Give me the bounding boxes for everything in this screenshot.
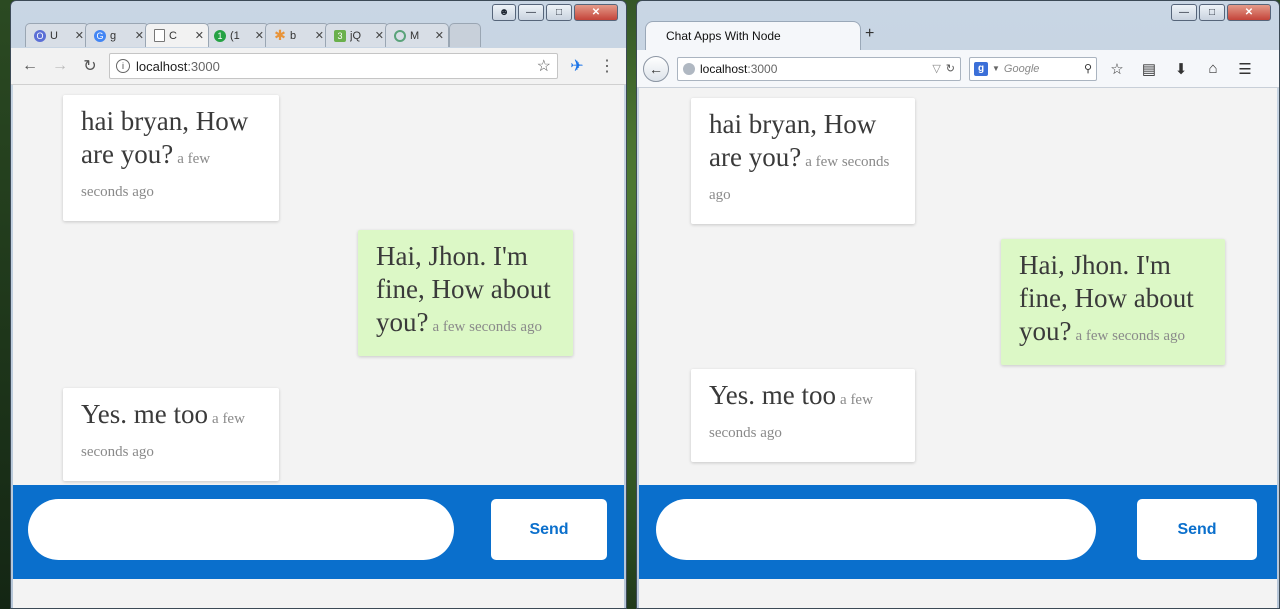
tab-title: C bbox=[169, 29, 177, 42]
close-tab-icon[interactable]: ✕ bbox=[375, 29, 384, 42]
message-text: hai bryan, How are you? bbox=[81, 106, 249, 169]
message-bubble-incoming: hai bryan, How are you? a few seconds ag… bbox=[63, 95, 279, 221]
tab-title: Chat Apps With Node bbox=[666, 29, 781, 43]
search-placeholder: Google bbox=[1003, 62, 1040, 75]
tab-title: (1 bbox=[230, 29, 240, 42]
tab-3-active[interactable]: C ✕ bbox=[145, 23, 209, 47]
dropdown-arrow-icon[interactable]: ▽ bbox=[932, 62, 940, 75]
message-bubble-incoming: Yes. me too a few seconds ago bbox=[691, 369, 915, 462]
url-port: :3000 bbox=[747, 61, 778, 76]
tab-title: g bbox=[110, 29, 117, 42]
tab-6[interactable]: 3 jQ ✕ bbox=[325, 23, 389, 47]
tab-title: b bbox=[290, 29, 297, 42]
asterisk-icon: ✱ bbox=[274, 27, 286, 43]
message-input[interactable] bbox=[28, 499, 454, 560]
tab-strip: O U ✕ G g ✕ C ✕ 1 (1 ✕ ✱ b ✕ 3 jQ ✕ M ✕ bbox=[25, 23, 481, 48]
maximize-button[interactable]: □ bbox=[1199, 4, 1225, 21]
close-window-button[interactable]: ✕ bbox=[1227, 4, 1271, 21]
bookmark-star-icon[interactable]: ☆ bbox=[1105, 57, 1129, 81]
back-arrow-icon[interactable]: ← bbox=[19, 55, 41, 77]
search-icon[interactable]: ⚲ bbox=[1084, 62, 1092, 75]
url-host: localhost bbox=[700, 61, 748, 76]
close-window-button[interactable]: ✕ bbox=[574, 4, 618, 21]
tab-7[interactable]: M ✕ bbox=[385, 23, 449, 47]
opera-icon: O bbox=[34, 29, 46, 42]
home-icon[interactable]: ⌂ bbox=[1201, 57, 1225, 81]
google-icon: G bbox=[94, 29, 106, 42]
url-text: localhost:3000 bbox=[136, 59, 531, 74]
window-controls: ☻ — □ ✕ bbox=[492, 4, 618, 21]
message-text: Yes. me too bbox=[709, 380, 837, 410]
minimize-button[interactable]: — bbox=[1171, 4, 1197, 21]
forward-arrow-icon[interactable]: → bbox=[49, 55, 71, 77]
google-icon: g bbox=[974, 61, 988, 76]
reload-icon[interactable]: ↻ bbox=[946, 62, 955, 75]
message-bubble-outgoing: Hai, Jhon. I'm fine, How about you? a fe… bbox=[358, 230, 573, 356]
url-host: localhost bbox=[136, 58, 188, 74]
globe-icon bbox=[683, 62, 695, 75]
tab-5[interactable]: ✱ b ✕ bbox=[265, 23, 329, 47]
message-time: a few seconds ago bbox=[432, 319, 543, 335]
close-tab-icon[interactable]: ✕ bbox=[435, 29, 444, 42]
message-time: a few seconds ago bbox=[1075, 328, 1186, 344]
user-icon[interactable]: ☻ bbox=[492, 4, 516, 21]
bookmark-star-icon[interactable]: ☆ bbox=[537, 56, 551, 76]
message-text: Yes. me too bbox=[81, 399, 209, 429]
message-bubble-incoming: hai bryan, How are you? a few seconds ag… bbox=[691, 98, 915, 224]
message-bubble-incoming: Yes. me too a few seconds ago bbox=[63, 388, 279, 481]
info-icon[interactable]: i bbox=[116, 59, 130, 73]
message-input[interactable] bbox=[656, 499, 1096, 560]
tab-title: M bbox=[410, 29, 420, 42]
message-composer: Send bbox=[13, 485, 624, 579]
minimize-button[interactable]: — bbox=[518, 4, 544, 21]
maximize-button[interactable]: □ bbox=[546, 4, 572, 21]
badge-icon: 3 bbox=[334, 29, 346, 42]
tab-title: jQ bbox=[350, 29, 361, 42]
address-bar[interactable]: localhost:3000 ▽ ↻ bbox=[677, 56, 961, 81]
reload-icon[interactable]: ↻ bbox=[79, 55, 101, 77]
clock-icon bbox=[394, 29, 406, 42]
message-bubble-outgoing: Hai, Jhon. I'm fine, How about you? a fe… bbox=[1001, 239, 1225, 365]
close-tab-icon[interactable]: ✕ bbox=[255, 29, 264, 42]
tab-1[interactable]: O U ✕ bbox=[25, 23, 89, 47]
download-icon[interactable]: ⬇ bbox=[1169, 57, 1193, 81]
chat-page: hai bryan, How are you? a few seconds ag… bbox=[639, 88, 1277, 608]
tab-2[interactable]: G g ✕ bbox=[85, 23, 149, 47]
browser-toolbar: ← → ↻ i localhost:3000 ☆ ✈ ⋮ bbox=[11, 48, 626, 85]
search-box[interactable]: g ▼ Google ⚲ bbox=[969, 56, 1097, 81]
close-tab-icon[interactable]: ✕ bbox=[135, 29, 144, 42]
message-composer: Send bbox=[639, 485, 1277, 579]
tab-4[interactable]: 1 (1 ✕ bbox=[205, 23, 269, 47]
whatsapp-icon: 1 bbox=[214, 29, 226, 42]
new-tab-plus-icon[interactable]: + bbox=[865, 25, 874, 43]
tab-title: U bbox=[50, 29, 58, 42]
extension-plane-icon[interactable]: ✈ bbox=[566, 55, 588, 77]
browser-toolbar: ← localhost:3000 ▽ ↻ g ▼ Google ⚲ ☆ ▤ ⬇ … bbox=[637, 50, 1279, 88]
chat-page: hai bryan, How are you? a few seconds ag… bbox=[13, 85, 624, 608]
hamburger-menu-icon[interactable]: ☰ bbox=[1233, 57, 1257, 81]
window-controls: — □ ✕ bbox=[1171, 4, 1271, 21]
chrome-window: ☻ — □ ✕ O U ✕ G g ✕ C ✕ 1 (1 ✕ ✱ b ✕ 3 j… bbox=[10, 0, 627, 609]
page-icon bbox=[154, 29, 165, 42]
close-tab-icon[interactable]: ✕ bbox=[315, 29, 324, 42]
send-button[interactable]: Send bbox=[491, 499, 607, 560]
menu-dots-icon[interactable]: ⋮ bbox=[596, 55, 618, 77]
url-port: :3000 bbox=[187, 58, 220, 74]
url-text: localhost:3000 bbox=[700, 62, 927, 76]
engine-dropdown-icon[interactable]: ▼ bbox=[992, 64, 1000, 73]
close-tab-icon[interactable]: ✕ bbox=[75, 29, 84, 42]
back-arrow-icon[interactable]: ← bbox=[643, 55, 669, 82]
bookmarks-list-icon[interactable]: ▤ bbox=[1137, 57, 1161, 81]
firefox-window: — □ ✕ Chat Apps With Node + ← localhost:… bbox=[636, 0, 1280, 609]
address-bar[interactable]: i localhost:3000 ☆ bbox=[109, 53, 558, 79]
tab-active[interactable]: Chat Apps With Node bbox=[645, 21, 861, 50]
send-button[interactable]: Send bbox=[1137, 499, 1257, 560]
new-tab-button[interactable] bbox=[449, 23, 481, 47]
close-tab-icon[interactable]: ✕ bbox=[195, 29, 204, 42]
